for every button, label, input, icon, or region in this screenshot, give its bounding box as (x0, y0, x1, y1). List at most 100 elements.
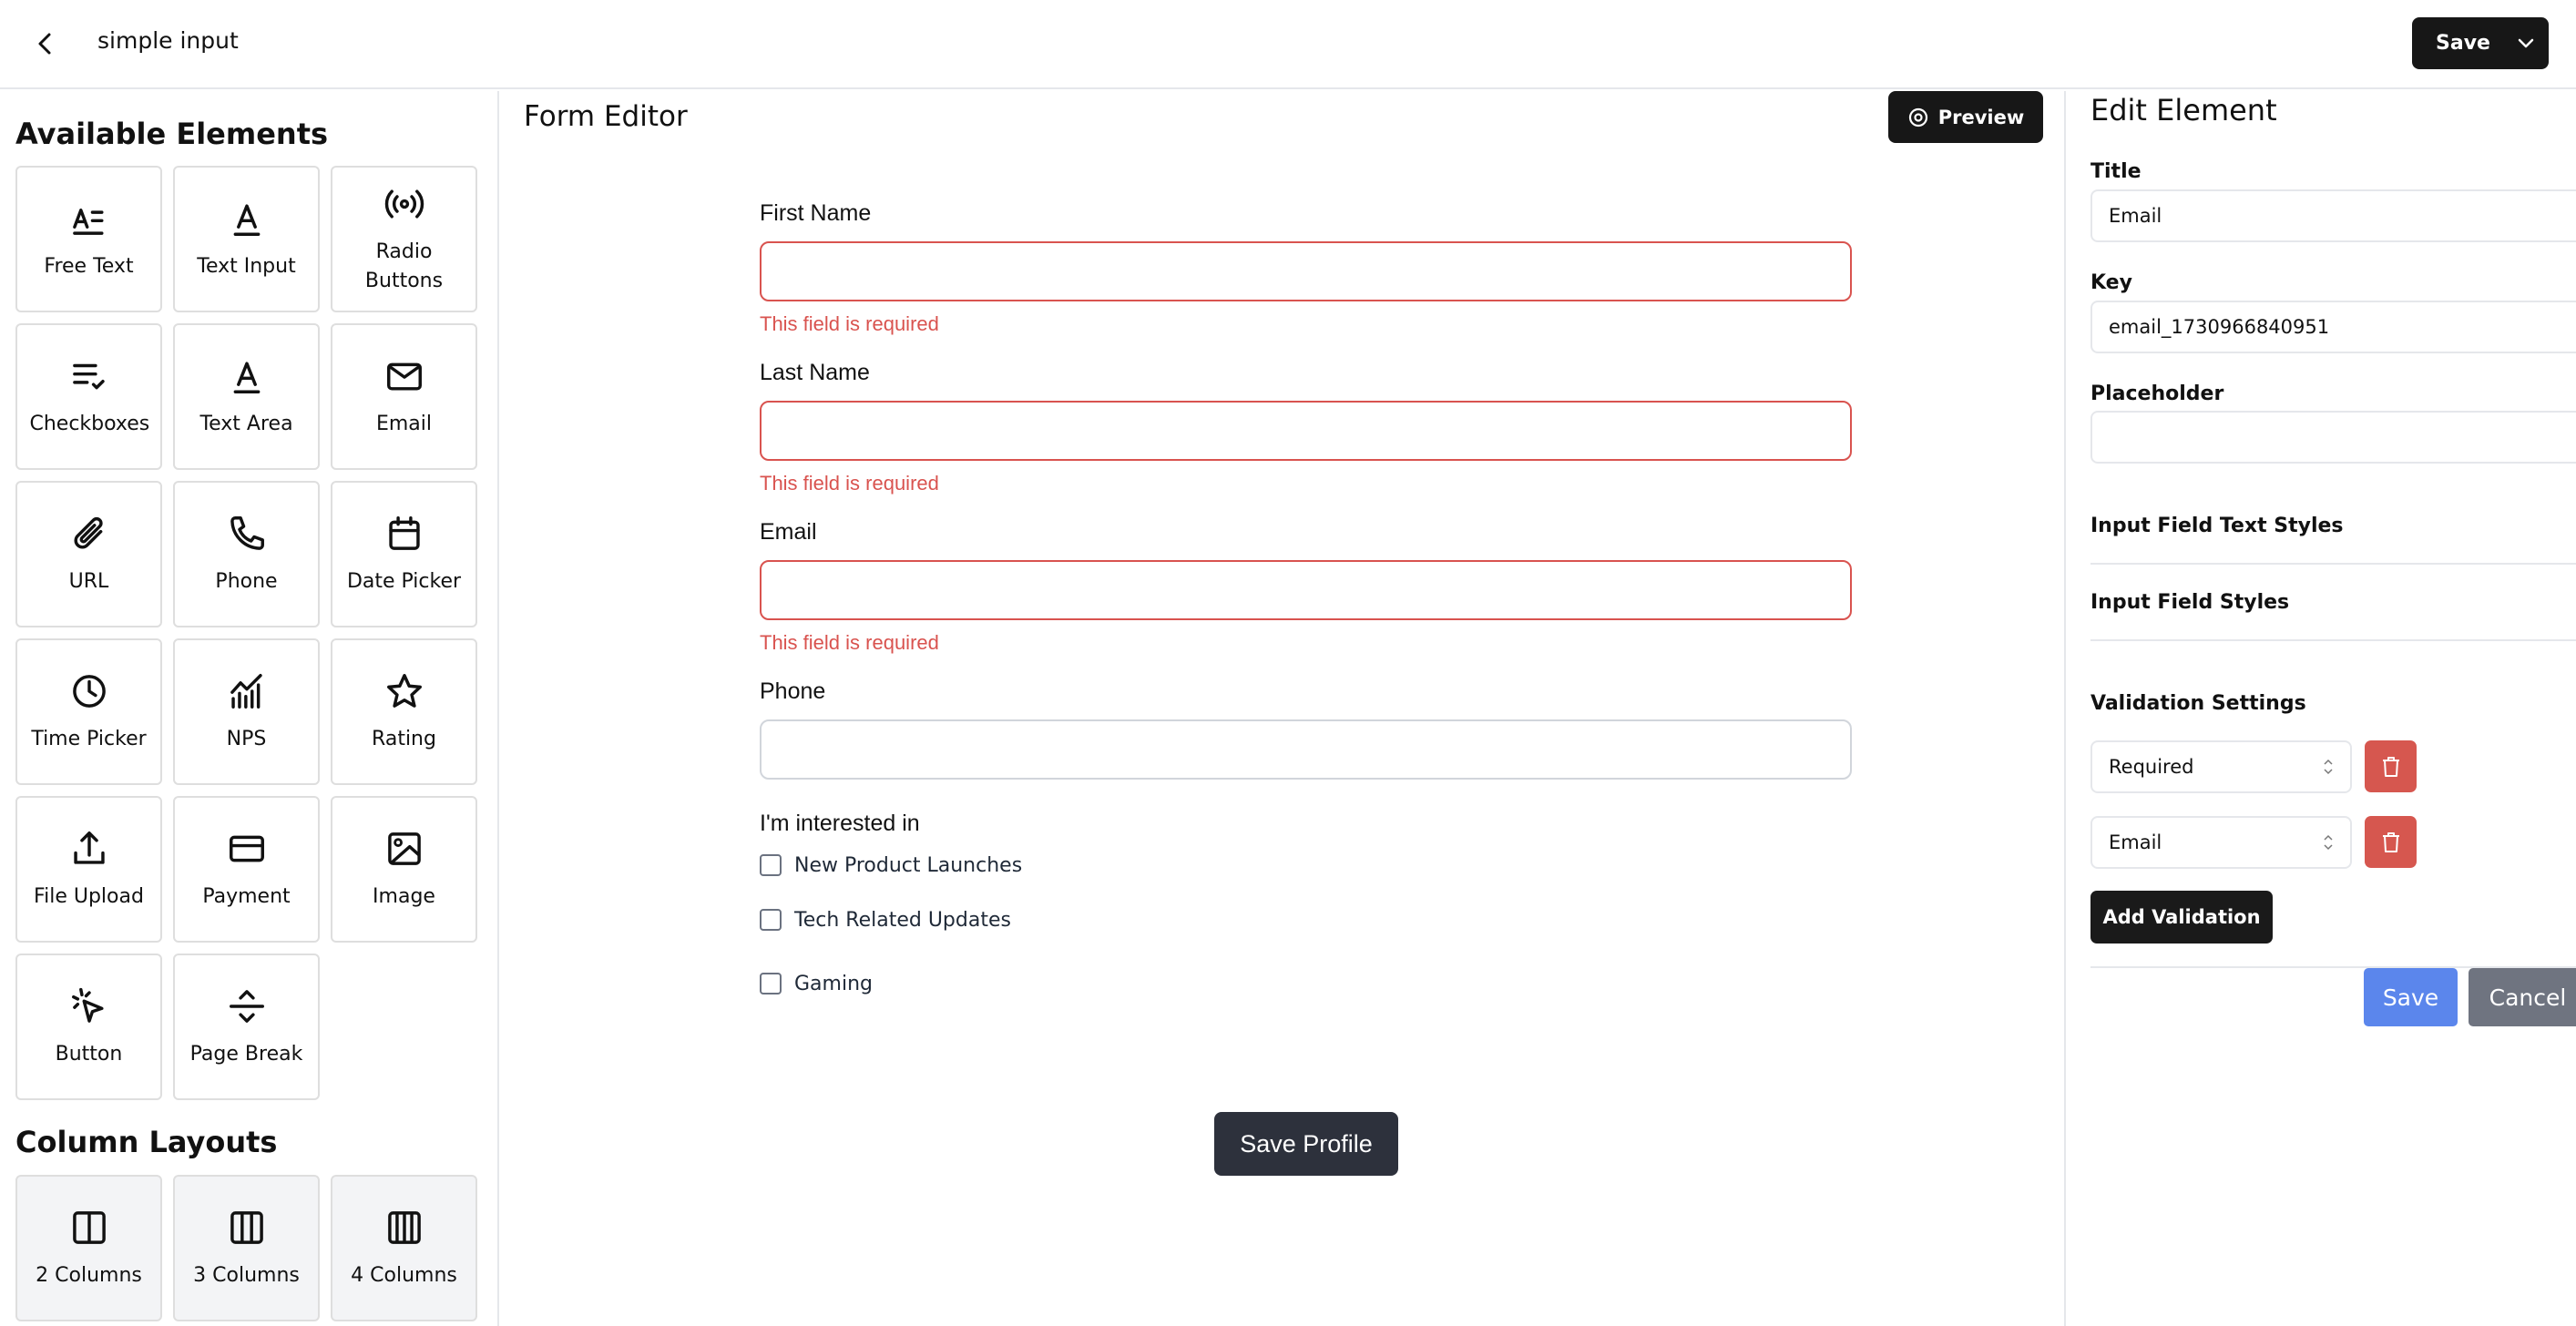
preview-label: Preview (1937, 106, 2025, 128)
placeholder-input[interactable] (2090, 411, 2576, 464)
element-tile-page-break[interactable]: Page Break (173, 954, 320, 1100)
tile-label: Payment (202, 884, 291, 908)
elements-sidebar: Available Elements Free Text Text Input Ra… (0, 91, 499, 1326)
form-name: simple input (97, 27, 239, 54)
checkbox-label: New Product Launches (794, 853, 1023, 877)
element-tile-checkboxes[interactable]: Checkboxes (15, 323, 162, 470)
element-tile-url[interactable]: URL (15, 481, 162, 627)
field-label: Last Name (760, 360, 870, 385)
panel-save-button[interactable]: Save (2364, 968, 2458, 1026)
three-columns-icon (230, 1210, 263, 1244)
tile-label: Phone (215, 569, 278, 593)
checkbox-option[interactable]: Gaming (760, 952, 1853, 1015)
trash-icon (2382, 831, 2399, 852)
tile-label: Text Area (199, 412, 293, 435)
chevron-up-down-icon (2324, 834, 2333, 851)
tile-label: URL (68, 569, 109, 593)
tile-label: 4 Columns (351, 1263, 457, 1287)
validation-select[interactable]: Email (2090, 816, 2352, 869)
chevron-down-icon (2518, 38, 2534, 47)
tile-label: Text Input (197, 254, 296, 278)
tile-label: Button (55, 1042, 123, 1066)
element-tile-file-upload[interactable]: File Upload (15, 796, 162, 943)
back-button[interactable] (29, 26, 62, 62)
key-label: Key (2090, 271, 2132, 294)
element-tile-rating[interactable]: Rating (331, 638, 477, 785)
element-tile-nps[interactable]: NPS (173, 638, 320, 785)
last-name-input[interactable] (760, 401, 1852, 461)
element-tile-image[interactable]: Image (331, 796, 477, 943)
checkbox-group: I'm interested in New Product Launches T… (760, 811, 1853, 1015)
email-input[interactable] (760, 560, 1852, 620)
tile-label: 2 Columns (36, 1263, 142, 1287)
tile-label: Image (373, 884, 435, 908)
delete-validation-button[interactable] (2365, 740, 2417, 792)
save-profile-button[interactable]: Save Profile (1214, 1112, 1398, 1176)
element-tile-phone[interactable]: Phone (173, 481, 320, 627)
element-tile-time-picker[interactable]: Time Picker (15, 638, 162, 785)
tile-label: Rating (372, 727, 436, 750)
save-options-dropdown[interactable] (2503, 17, 2549, 69)
top-bar: simple input Save (0, 0, 2576, 89)
text-input-icon (233, 203, 260, 236)
title-input[interactable]: Email (2090, 189, 2576, 242)
checkbox-group-label: I'm interested in (760, 811, 920, 836)
accordion-input-field-styles[interactable]: Input Field Styles (2090, 564, 2576, 640)
tile-label: Page Break (189, 1042, 303, 1066)
element-tile-text-input[interactable]: Text Input (173, 166, 320, 312)
eye-icon (1908, 107, 1927, 127)
key-input[interactable]: email_1730966840951 (2090, 301, 2576, 353)
layouts-grid: 2 Columns 3 Columns 4 Columns (15, 1175, 477, 1321)
checkbox-option[interactable]: New Product Launches (760, 842, 1853, 888)
placeholder-label: Placeholder (2090, 382, 2224, 405)
trash-icon (2382, 756, 2399, 777)
list-check-icon (72, 363, 105, 389)
element-tile-text-area[interactable]: Text Area (173, 323, 320, 470)
checkbox-label: Gaming (794, 972, 873, 995)
element-tile-free-text[interactable]: Free Text (15, 166, 162, 312)
phone-input[interactable] (760, 719, 1852, 780)
preview-button[interactable]: Preview (1888, 91, 2043, 143)
field-label: Phone (760, 678, 826, 704)
accordion-input-field-text-styles[interactable]: Input Field Text Styles (2090, 487, 2576, 564)
element-tile-radio-buttons[interactable]: Radio Buttons (331, 166, 477, 312)
two-columns-icon (72, 1210, 106, 1244)
form-field-first-name: First Name This field is required (760, 200, 1853, 336)
credit-card-icon (229, 835, 264, 862)
element-tile-button[interactable]: Button (15, 954, 162, 1100)
form-canvas: First Name This field is required Last N… (760, 200, 1853, 1015)
element-tile-email[interactable]: Email (331, 323, 477, 470)
checkbox[interactable] (760, 909, 782, 931)
pointer-click-icon (71, 987, 104, 1023)
add-validation-button[interactable]: Add Validation (2090, 891, 2273, 944)
elements-grid: Free Text Text Input Radio Buttons Checkbox… (15, 166, 477, 1100)
element-tile-3-columns[interactable]: 3 Columns (173, 1175, 320, 1321)
error-message: This field is required (760, 472, 939, 495)
free-text-icon (72, 208, 104, 235)
checkbox[interactable] (760, 973, 782, 994)
delete-validation-button[interactable] (2365, 816, 2417, 868)
accordion-title: Input Field Text Styles (2090, 514, 2344, 537)
element-tile-2-columns[interactable]: 2 Columns (15, 1175, 162, 1321)
tile-label: Free Text (44, 254, 134, 278)
chevron-left-icon (38, 33, 51, 55)
form-editor-title: Form Editor (524, 100, 688, 133)
image-icon (387, 831, 421, 865)
checkbox[interactable] (760, 854, 782, 876)
tile-label: Checkboxes (29, 412, 150, 435)
element-tile-payment[interactable]: Payment (173, 796, 320, 943)
validation-select[interactable]: Required (2090, 740, 2352, 793)
checkbox-option[interactable]: Tech Related Updates (760, 888, 1853, 952)
mail-icon (386, 362, 422, 391)
accordion-validation-settings[interactable]: Validation Settings (2090, 665, 2576, 741)
panel-cancel-button[interactable]: Cancel (2469, 968, 2576, 1026)
element-tile-4-columns[interactable]: 4 Columns (331, 1175, 477, 1321)
save-button[interactable]: Save (2412, 32, 2503, 55)
error-message: This field is required (760, 312, 939, 335)
clock-icon (72, 674, 106, 708)
tile-label: Date Picker (346, 569, 462, 593)
first-name-input[interactable] (760, 241, 1852, 301)
element-tile-date-picker[interactable]: Date Picker (331, 481, 477, 627)
field-label: First Name (760, 200, 872, 226)
tile-label: Email (375, 412, 433, 435)
